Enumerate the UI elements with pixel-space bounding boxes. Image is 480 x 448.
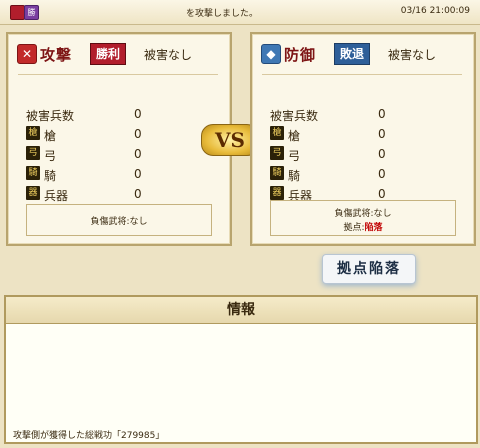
report-timestamp: 03/16 21:00:09: [400, 6, 470, 16]
attack-result-badge: 勝利: [90, 43, 127, 65]
attack-title: 攻撃: [40, 46, 73, 64]
unit-row-cavalry: 騎 騎 0: [270, 164, 460, 184]
spear-icon: 槍: [270, 126, 284, 140]
unit-label: 槍: [44, 129, 57, 143]
unit-value: 0: [134, 147, 142, 161]
defense-result-badge: 敗退: [334, 43, 371, 65]
report-header: 勝 を攻撃しました。 03/16 21:00:09: [0, 0, 480, 25]
defense-title: 防御: [284, 46, 317, 64]
attack-panel: ✕ 攻撃 勝利 被害なし 被害兵数 0 槍 槍 0 弓 弓 0 騎 騎 0 器 …: [6, 32, 232, 246]
unit-row-bow: 弓 弓 0: [26, 144, 216, 164]
injured-generals-text: 負傷武将:なし: [90, 217, 148, 227]
base-status-value: 陥落: [364, 223, 383, 233]
injured-generals-text: 負傷武将:なし: [334, 209, 392, 219]
stats-label: 被害兵数: [26, 109, 75, 123]
defense-casualty-box: 負傷武将:なし 拠点:陥落: [270, 200, 456, 236]
unit-label: 兵器: [44, 189, 69, 203]
divider: [262, 74, 462, 75]
unit-value: 0: [378, 147, 386, 161]
crossed-swords-icon: ✕: [17, 44, 37, 64]
defense-panel: ◆ 防御 敗退 被害なし 被害兵数 0 槍 槍 0 弓 弓 0 騎 騎 0 器 …: [250, 32, 476, 246]
bow-icon: 弓: [270, 146, 284, 160]
attack-stats: 被害兵数 0 槍 槍 0 弓 弓 0 騎 騎 0 器 兵器 0: [26, 104, 216, 204]
bow-icon: 弓: [26, 146, 40, 160]
info-panel: 情報 攻撃側が獲得した総戦功「279985」: [4, 295, 478, 444]
info-text: 攻撃側が獲得した総戦功「279985」: [13, 431, 165, 441]
unit-row-cavalry: 騎 騎 0: [26, 164, 216, 184]
info-title: 情報: [6, 297, 476, 324]
unit-row-spear: 槍 槍 0: [26, 124, 216, 144]
unit-value: 0: [134, 187, 142, 201]
unit-value: 0: [378, 187, 386, 201]
attack-header: ✕ 攻撃 勝利 被害なし: [8, 34, 230, 72]
horse-icon: 騎: [270, 166, 284, 180]
unit-value: 0: [134, 127, 142, 141]
unit-row-bow: 弓 弓 0: [270, 144, 460, 164]
unit-label: 騎: [44, 169, 57, 183]
defense-damage-text: 被害なし: [388, 48, 437, 62]
unit-value: 0: [134, 167, 142, 181]
unit-label: 槍: [288, 129, 301, 143]
spear-icon: 槍: [26, 126, 40, 140]
stats-total-value: 0: [378, 107, 386, 121]
base-status-line: 拠点:陥落: [271, 220, 455, 233]
result-badge: 勝: [24, 5, 39, 20]
stats-total-row: 被害兵数 0: [26, 104, 216, 124]
stats-total-value: 0: [134, 107, 142, 121]
attack-casualty-box: 負傷武将:なし: [26, 204, 212, 236]
unit-row-siege: 器 兵器 0: [26, 184, 216, 204]
report-message: を攻撃しました。: [186, 9, 259, 19]
unit-label: 騎: [288, 169, 301, 183]
horse-icon: 騎: [26, 166, 40, 180]
siege-weapon-icon: 器: [26, 186, 40, 200]
shield-icon: ◆: [261, 44, 281, 64]
unit-label: 弓: [44, 149, 57, 163]
divider: [18, 74, 218, 75]
unit-value: 0: [378, 127, 386, 141]
siege-weapon-icon: 器: [270, 186, 284, 200]
stats-total-row: 被害兵数 0: [270, 104, 460, 124]
defense-stats: 被害兵数 0 槍 槍 0 弓 弓 0 騎 騎 0 器 兵器 0: [270, 104, 460, 204]
unit-label: 弓: [288, 149, 301, 163]
defense-header: ◆ 防御 敗退 被害なし: [252, 34, 474, 72]
base-label: 拠点:: [343, 223, 365, 233]
report-type-icon: [10, 5, 25, 20]
stronghold-fallen-stamp: 拠点陥落: [322, 254, 416, 284]
attack-damage-text: 被害なし: [144, 48, 193, 62]
unit-value: 0: [378, 167, 386, 181]
unit-row-spear: 槍 槍 0: [270, 124, 460, 144]
stats-label: 被害兵数: [270, 109, 319, 123]
